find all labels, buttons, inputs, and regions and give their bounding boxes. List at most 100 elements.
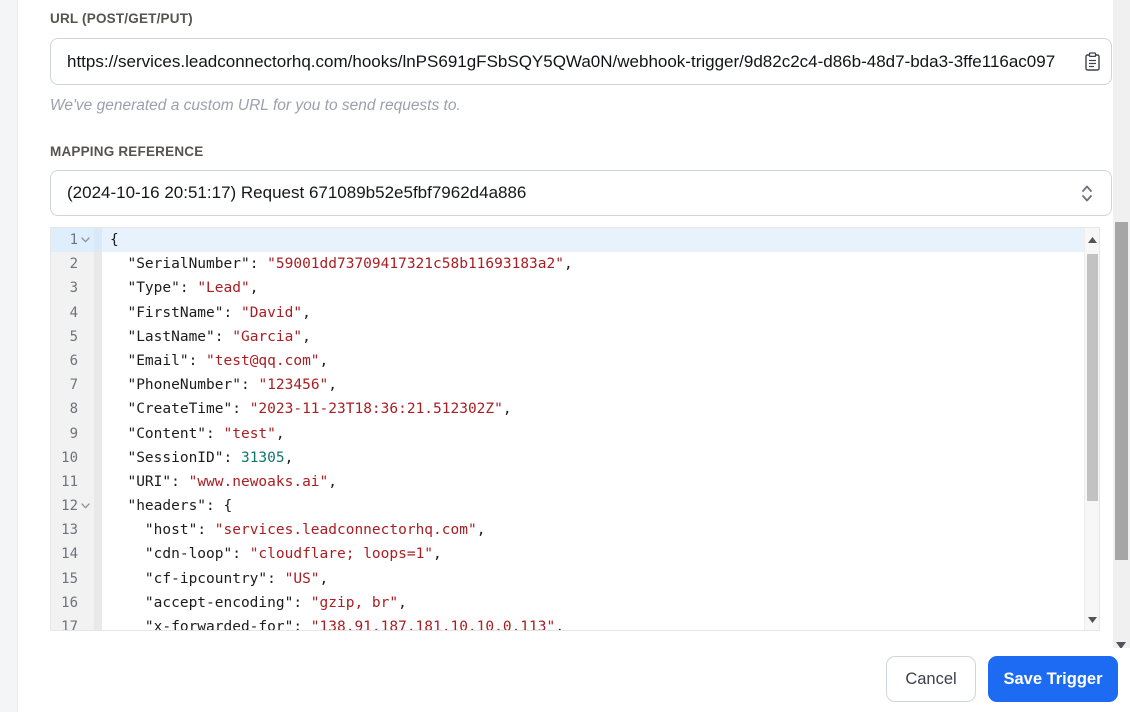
editor-line[interactable]: 13 "host": "services.leadconnectorhq.com… [51, 518, 1084, 543]
line-number: 12 [61, 498, 78, 515]
editor-gutter-cell: 13 [51, 518, 94, 543]
code-line-content[interactable]: "Email": "test@qq.com", [102, 349, 328, 373]
editor-gutter-cell: 2 [51, 252, 94, 277]
mapping-selected-option: (2024-10-16 20:51:17) Request 671089b52e… [67, 183, 527, 202]
line-number: 3 [69, 280, 78, 297]
editor-scrollbar-thumb[interactable] [1087, 254, 1098, 501]
editor-line[interactable]: 9 "Content": "test", [51, 421, 1084, 446]
line-number: 14 [61, 546, 78, 563]
code-line-content[interactable]: "LastName": "Garcia", [102, 325, 310, 349]
editor-gutter-cell: 12 [51, 494, 94, 519]
up-down-chevrons-icon [1081, 184, 1093, 208]
editor-line[interactable]: 11 "URI": "www.newoaks.ai", [51, 469, 1084, 495]
editor-line[interactable]: 16 "accept-encoding": "gzip, br", [51, 590, 1084, 615]
triangle-up-icon[interactable] [1085, 232, 1099, 248]
gutter-divider [94, 469, 102, 495]
code-line-content[interactable]: "cdn-loop": "cloudflare; loops=1", [102, 542, 442, 566]
page-scrollbar-thumb[interactable] [1115, 222, 1128, 560]
clipboard-icon[interactable] [1085, 52, 1100, 71]
editor-line[interactable]: 12 "headers": { [51, 494, 1084, 519]
gutter-divider [94, 252, 102, 277]
editor-line[interactable]: 1{ [51, 228, 1084, 253]
line-number: 13 [61, 522, 78, 539]
editor-line[interactable]: 2 "SerialNumber": "59001dd73709417321c58… [51, 252, 1084, 277]
editor-line[interactable]: 10 "SessionID": 31305, [51, 445, 1084, 470]
code-line-content[interactable]: "CreateTime": "2023-11-23T18:36:21.51230… [102, 397, 511, 421]
line-number: 9 [69, 425, 78, 442]
code-line-content[interactable]: "SerialNumber": "59001dd73709417321c58b1… [102, 252, 572, 276]
editor-scrollbar[interactable] [1084, 228, 1099, 630]
editor-gutter-cell: 8 [51, 397, 94, 422]
editor-gutter-cell: 5 [51, 324, 94, 349]
editor-gutter-cell: 3 [51, 276, 94, 301]
line-number: 7 [69, 377, 78, 394]
code-line-content[interactable]: "PhoneNumber": "123456", [102, 373, 337, 397]
gutter-divider [94, 324, 102, 349]
line-number: 1 [69, 232, 78, 248]
editor-line[interactable]: 14 "cdn-loop": "cloudflare; loops=1", [51, 542, 1084, 567]
gutter-divider [94, 445, 102, 470]
chevron-down-icon[interactable] [78, 503, 92, 509]
editor-gutter-cell: 11 [51, 469, 94, 495]
editor-line[interactable]: 3 "Type": "Lead", [51, 276, 1084, 301]
cancel-button[interactable]: Cancel [886, 656, 976, 702]
code-line-content[interactable]: "cf-ipcountry": "US", [102, 567, 328, 591]
page-scrollbar[interactable] [1113, 0, 1130, 650]
code-line-content[interactable]: "x-forwarded-for": "138.91.187.181,10.10… [102, 615, 564, 630]
code-line-content[interactable]: "accept-encoding": "gzip, br", [102, 591, 407, 615]
mapping-reference-select[interactable]: (2024-10-16 20:51:17) Request 671089b52e… [50, 170, 1112, 216]
editor-line[interactable]: 17 "x-forwarded-for": "138.91.187.181,10… [51, 615, 1084, 631]
url-helper-text: We've generated a custom URL for you to … [50, 97, 461, 114]
gutter-divider [94, 300, 102, 325]
editor-gutter-cell: 4 [51, 300, 94, 325]
code-line-content[interactable]: "FirstName": "David", [102, 301, 310, 325]
code-editor[interactable]: 1{2 "SerialNumber": "59001dd73709417321c… [50, 227, 1100, 631]
editor-line[interactable]: 5 "LastName": "Garcia", [51, 324, 1084, 349]
editor-gutter-cell: 17 [51, 615, 94, 631]
url-field-wrap [50, 38, 1112, 85]
code-line-content[interactable]: { [102, 228, 119, 252]
code-line-content[interactable]: "SessionID": 31305, [102, 446, 293, 470]
editor-line[interactable]: 7 "PhoneNumber": "123456", [51, 373, 1084, 398]
code-editor-rows[interactable]: 1{2 "SerialNumber": "59001dd73709417321c… [51, 228, 1084, 630]
editor-gutter-cell: 1 [51, 228, 94, 253]
editor-gutter-cell: 16 [51, 590, 94, 615]
gutter-divider [94, 615, 102, 630]
editor-gutter-cell: 7 [51, 373, 94, 398]
triangle-down-icon[interactable] [1085, 612, 1099, 628]
editor-gutter-cell: 10 [51, 445, 94, 470]
editor-line[interactable]: 4 "FirstName": "David", [51, 300, 1084, 325]
gutter-divider [94, 348, 102, 374]
code-line-content[interactable]: "Content": "test", [102, 422, 284, 446]
line-number: 15 [61, 570, 78, 587]
mapping-reference-label: MAPPING REFERENCE [50, 144, 204, 159]
workflow-canvas-strip [0, 0, 18, 712]
editor-gutter-cell: 9 [51, 421, 94, 446]
gutter-divider [94, 542, 102, 567]
gutter-divider [94, 590, 102, 615]
code-line-content[interactable]: "host": "services.leadconnectorhq.com", [102, 518, 486, 542]
line-number: 10 [61, 449, 78, 466]
line-number: 4 [69, 304, 78, 321]
webhook-url-input[interactable] [50, 38, 1112, 85]
line-number: 5 [69, 328, 78, 345]
line-number: 11 [61, 473, 78, 490]
editor-gutter-cell: 15 [51, 566, 94, 591]
chevron-down-icon[interactable] [78, 237, 92, 243]
editor-line[interactable]: 8 "CreateTime": "2023-11-23T18:36:21.512… [51, 397, 1084, 422]
code-line-content[interactable]: "headers": { [102, 494, 232, 518]
editor-line[interactable]: 6 "Email": "test@qq.com", [51, 348, 1084, 374]
url-field-label: URL (POST/GET/PUT) [50, 11, 193, 26]
gutter-divider [94, 397, 102, 422]
gutter-divider [94, 494, 102, 519]
footer: Cancel Save Trigger [18, 648, 1130, 712]
editor-line[interactable]: 15 "cf-ipcountry": "US", [51, 566, 1084, 591]
gutter-divider [94, 276, 102, 301]
code-line-content[interactable]: "Type": "Lead", [102, 276, 258, 300]
editor-gutter-cell: 14 [51, 542, 94, 567]
save-trigger-button[interactable]: Save Trigger [988, 656, 1118, 702]
line-number: 17 [61, 619, 78, 631]
line-number: 2 [69, 256, 78, 273]
gutter-divider [94, 421, 102, 446]
code-line-content[interactable]: "URI": "www.newoaks.ai", [102, 470, 337, 494]
